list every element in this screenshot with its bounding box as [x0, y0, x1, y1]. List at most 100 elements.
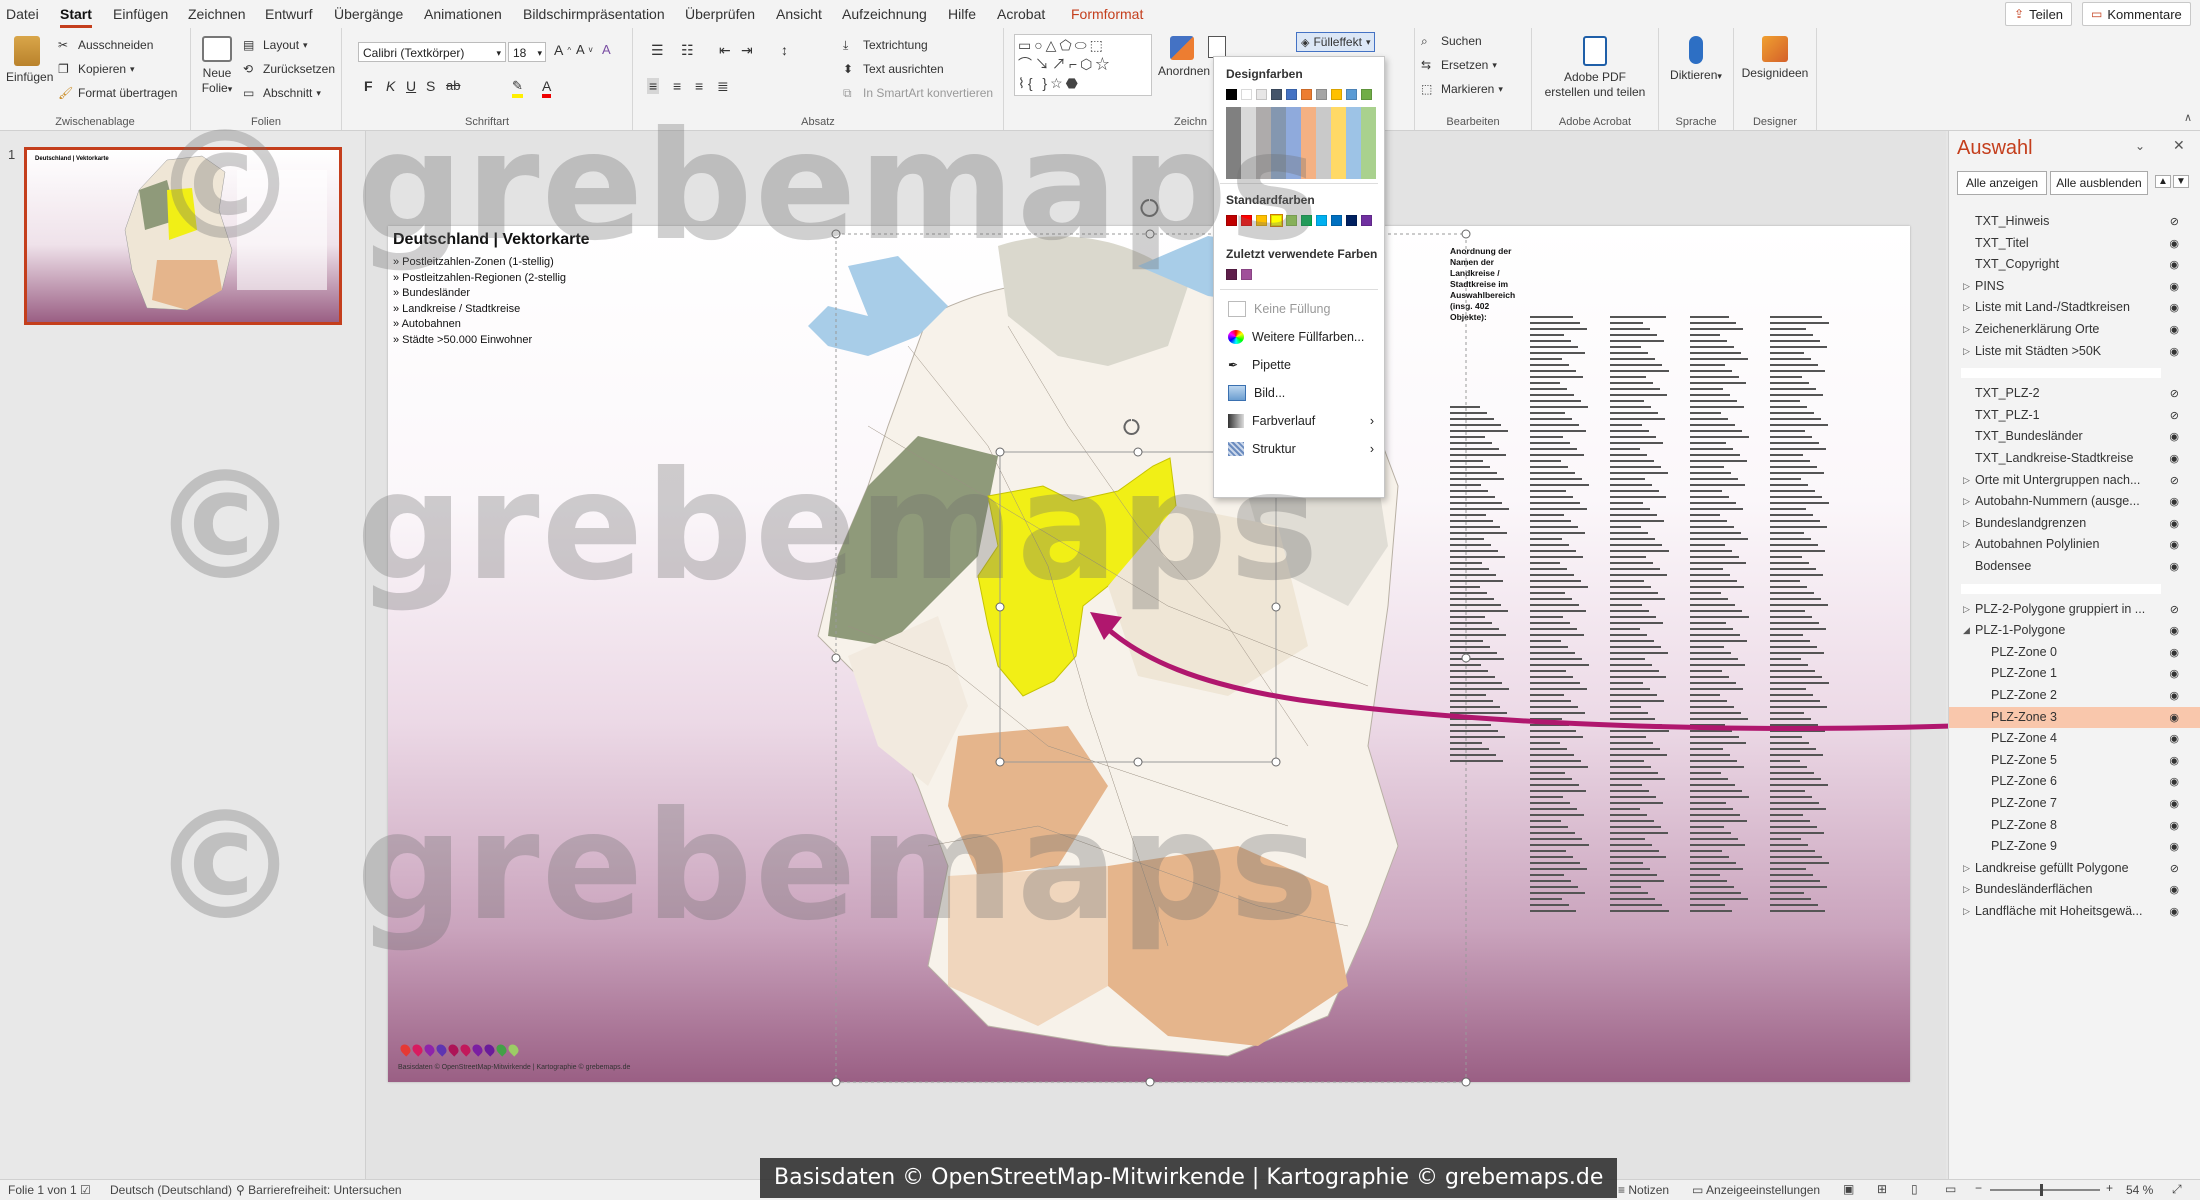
- bullets-icon[interactable]: ☰: [651, 42, 664, 59]
- color-swatch[interactable]: [1226, 89, 1237, 100]
- layer-item[interactable]: TXT_Bundesländer ◉: [1949, 426, 2200, 447]
- normal-view-icon[interactable]: ▣: [1843, 1182, 1854, 1196]
- eye-icon[interactable]: ◉: [2169, 258, 2179, 271]
- align-left-icon[interactable]: ≡: [647, 78, 660, 94]
- layer-item[interactable]: PLZ-Zone 5 ◉: [1949, 750, 2200, 771]
- layer-item[interactable]: ▷ PLZ-2-Polygone gruppiert in ... ⊘: [1949, 599, 2200, 620]
- layer-item[interactable]: PLZ-Zone 6 ◉: [1949, 771, 2200, 792]
- eyedropper-item[interactable]: ✒ Pipette: [1214, 351, 1384, 379]
- align-text-button[interactable]: ⬍ Text ausrichten: [843, 62, 944, 76]
- layer-item[interactable]: ▷ Landkreise gefüllt Polygone ⊘: [1949, 858, 2200, 879]
- new-slide-button[interactable]: Neue Folie▾: [197, 36, 237, 97]
- tab-bildschirmpraesentation[interactable]: Bildschirmpräsentation: [523, 6, 665, 22]
- gradient-item[interactable]: Farbverlauf ›: [1214, 407, 1384, 435]
- text-direction-button[interactable]: ⤓ Textrichtung: [843, 38, 928, 52]
- eye-icon[interactable]: ◉: [2169, 280, 2179, 293]
- eye-icon[interactable]: ◉: [2169, 754, 2179, 767]
- eye-icon[interactable]: ◉: [2169, 624, 2179, 637]
- zoom-slider-thumb[interactable]: [2040, 1184, 2043, 1196]
- zoom-in-icon[interactable]: +: [2106, 1181, 2113, 1195]
- font-family-select[interactable]: Calibri (Textkörper) ▾: [358, 42, 506, 62]
- layer-item[interactable]: ▷ Bundesländerflächen ◉: [1949, 879, 2200, 900]
- eye-icon[interactable]: ◉: [2169, 345, 2179, 358]
- layer-item[interactable]: ▷ Liste mit Land-/Stadtkreisen ◉: [1949, 297, 2200, 318]
- bold-button[interactable]: F: [364, 78, 373, 94]
- arrange-button[interactable]: Anordnen: [1158, 36, 1210, 79]
- layer-item[interactable]: PLZ-Zone 0 ◉: [1949, 642, 2200, 663]
- collapsed-triangle-icon[interactable]: ▷: [1963, 539, 1970, 550]
- tab-uebergaenge[interactable]: Übergänge: [334, 6, 403, 22]
- create-pdf-button[interactable]: Adobe PDF erstellen und teilen: [1536, 36, 1654, 100]
- layer-item[interactable]: ▷ Bundeslandgrenzen ◉: [1949, 513, 2200, 534]
- select-button[interactable]: ⬚ Markieren ▾: [1421, 82, 1503, 96]
- tab-aufzeichnung[interactable]: Aufzeichnung: [842, 6, 927, 22]
- color-swatch[interactable]: [1301, 89, 1312, 100]
- spellcheck-icon[interactable]: ☑: [80, 1183, 91, 1197]
- eye-hidden-icon[interactable]: ⊘: [2170, 387, 2179, 400]
- eye-icon[interactable]: ◉: [2169, 538, 2179, 551]
- eye-hidden-icon[interactable]: ⊘: [2170, 409, 2179, 422]
- layer-item[interactable]: TXT_PLZ-2 ⊘: [1949, 383, 2200, 404]
- layer-item[interactable]: TXT_PLZ-1 ⊘: [1949, 405, 2200, 426]
- layer-item[interactable]: TXT_Hinweis ⊘: [1949, 211, 2200, 232]
- color-swatch[interactable]: [1361, 89, 1372, 100]
- collapsed-triangle-icon[interactable]: ▷: [1963, 324, 1970, 335]
- outdent-icon[interactable]: ⇥: [741, 42, 753, 59]
- collapsed-triangle-icon[interactable]: ▷: [1963, 863, 1970, 874]
- collapsed-triangle-icon[interactable]: ▷: [1963, 906, 1970, 917]
- layer-item[interactable]: PLZ-Zone 8 ◉: [1949, 815, 2200, 836]
- section-button[interactable]: ▭ Abschnitt ▾: [243, 86, 321, 100]
- underline-button[interactable]: U: [406, 78, 416, 94]
- comments-button[interactable]: ▭ Kommentare: [2082, 2, 2191, 26]
- cut-button[interactable]: ✂ Ausschneiden: [58, 38, 153, 52]
- color-swatch[interactable]: [1346, 215, 1357, 226]
- display-settings-button[interactable]: ▭ Anzeigeeinstellungen: [1692, 1183, 1820, 1197]
- layer-item[interactable]: ▷ Autobahnen Polylinien ◉: [1949, 534, 2200, 555]
- color-swatch[interactable]: [1316, 89, 1327, 100]
- paste-button[interactable]: Einfügen: [6, 36, 53, 85]
- eye-icon[interactable]: ◉: [2169, 517, 2179, 530]
- color-swatch[interactable]: [1346, 89, 1357, 100]
- tab-entwurf[interactable]: Entwurf: [265, 6, 312, 22]
- format-painter-button[interactable]: 🖌 Format übertragen: [58, 86, 177, 100]
- tab-ueberpruefen[interactable]: Überprüfen: [685, 6, 755, 22]
- align-right-icon[interactable]: ≡: [695, 78, 703, 94]
- justify-icon[interactable]: ≣: [717, 78, 729, 95]
- eye-icon[interactable]: ◉: [2169, 689, 2179, 702]
- slide-sorter-icon[interactable]: ⊞: [1877, 1182, 1887, 1196]
- collapsed-triangle-icon[interactable]: ▷: [1963, 475, 1970, 486]
- smartart-button[interactable]: ⧉ In SmartArt konvertieren: [843, 86, 993, 100]
- zoom-level[interactable]: 54 %: [2126, 1183, 2153, 1197]
- highlight-color-button[interactable]: ✎: [512, 78, 523, 98]
- expanded-triangle-icon[interactable]: ◢: [1963, 625, 1970, 636]
- quick-styles-icon[interactable]: [1208, 36, 1226, 58]
- eye-icon[interactable]: ◉: [2169, 883, 2179, 896]
- close-icon[interactable]: ✕: [2173, 137, 2185, 154]
- grow-font-icon[interactable]: A ^: [554, 42, 571, 58]
- numbering-icon[interactable]: ☷: [681, 42, 694, 59]
- font-color-button[interactable]: A: [542, 78, 552, 98]
- replace-button[interactable]: ⇆ Ersetzen ▾: [1421, 58, 1497, 72]
- eye-icon[interactable]: ◉: [2169, 775, 2179, 788]
- eye-icon[interactable]: ◉: [2169, 237, 2179, 250]
- find-button[interactable]: ⌕ Suchen: [1421, 34, 1482, 48]
- eye-hidden-icon[interactable]: ⊘: [2170, 474, 2179, 487]
- collapsed-triangle-icon[interactable]: ▷: [1963, 884, 1970, 895]
- reset-button[interactable]: ⟲ Zurücksetzen: [243, 62, 335, 76]
- indent-icon[interactable]: ⇤: [719, 42, 731, 59]
- eye-icon[interactable]: ◉: [2169, 646, 2179, 659]
- layer-item[interactable]: Bodensee ◉: [1949, 556, 2200, 577]
- color-swatch[interactable]: [1256, 89, 1267, 100]
- show-all-button[interactable]: Alle anzeigen: [1957, 171, 2047, 195]
- collapsed-triangle-icon[interactable]: ▷: [1963, 281, 1970, 292]
- line-spacing-icon[interactable]: ↕: [781, 42, 788, 58]
- collapsed-triangle-icon[interactable]: ▷: [1963, 604, 1970, 615]
- language-indicator[interactable]: Deutsch (Deutschland): [110, 1183, 232, 1197]
- slideshow-icon[interactable]: ▭: [1945, 1182, 1956, 1196]
- eye-icon[interactable]: ◉: [2169, 301, 2179, 314]
- layer-item[interactable]: ◢ PLZ-1-Polygone ◉: [1949, 620, 2200, 641]
- fit-slide-icon[interactable]: ⤢: [2172, 1182, 2182, 1197]
- eye-icon[interactable]: ◉: [2169, 667, 2179, 680]
- pane-options-icon[interactable]: ⌄: [2135, 139, 2145, 153]
- notes-button[interactable]: ≡ Notizen: [1618, 1183, 1669, 1197]
